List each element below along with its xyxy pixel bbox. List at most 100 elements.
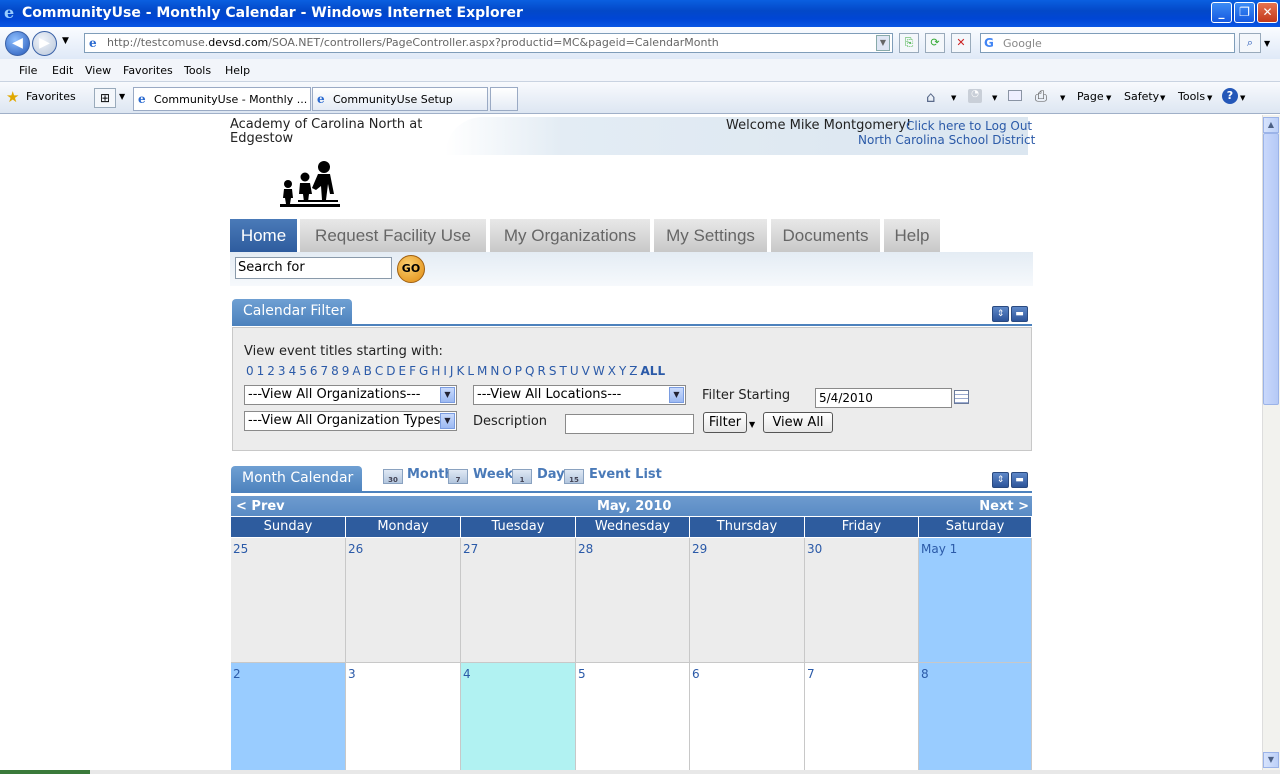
letter-filter-link[interactable]: A (352, 364, 360, 378)
mail-icon[interactable] (1008, 90, 1022, 101)
letter-filter-link[interactable]: G (419, 364, 428, 378)
letter-filter-link[interactable]: D (386, 364, 395, 378)
letter-filter-link[interactable]: F (409, 364, 416, 378)
scroll-up-icon[interactable]: ▲ (1263, 117, 1279, 133)
day-number-link[interactable]: 2 (233, 667, 241, 681)
back-button[interactable]: ◀ (5, 31, 30, 56)
calendar-day-cell[interactable]: 8 (919, 663, 1032, 774)
letter-filter-link[interactable]: L (467, 364, 474, 378)
letter-filter-link[interactable]: W (593, 364, 605, 378)
tab-my-settings[interactable]: My Settings (654, 219, 769, 252)
tab-my-organizations[interactable]: My Organizations (490, 219, 652, 252)
print-icon[interactable]: ⎙ (1035, 87, 1047, 105)
search-go-icon[interactable]: ⌕ (1239, 33, 1261, 53)
calendar-day-cell[interactable]: 4 (461, 663, 576, 774)
minimize-panel-icon[interactable]: ▬ (1011, 306, 1028, 322)
day-number-link[interactable]: 29 (692, 542, 707, 556)
letter-filter-link[interactable]: B (364, 364, 372, 378)
calendar-day-cell[interactable]: 2 (231, 663, 346, 774)
day-number-link[interactable]: 3 (348, 667, 356, 681)
recent-pages-dropdown[interactable]: ▼ (62, 36, 69, 46)
day-number-link[interactable]: 27 (463, 542, 478, 556)
letter-filter-link[interactable]: J (450, 364, 454, 378)
menu-edit[interactable]: Edit (52, 64, 73, 77)
filter-starting-date-input[interactable]: 5/4/2010 (815, 388, 952, 408)
quick-tabs-icon[interactable]: ⊞ (94, 88, 116, 108)
calendar-day-cell[interactable]: 6 (690, 663, 805, 774)
day-number-link[interactable]: 26 (348, 542, 363, 556)
letter-filter-link[interactable]: 5 (299, 364, 307, 378)
letter-filter-link[interactable]: U (570, 364, 579, 378)
filter-options-icon[interactable]: ▼ (749, 420, 755, 429)
letter-filter-link[interactable]: 6 (310, 364, 318, 378)
calendar-day-cell[interactable]: 3 (346, 663, 461, 774)
search-box[interactable]: G Google (980, 33, 1235, 53)
address-bar[interactable]: e http://testcomuse.devsd.com/SOA.NET/co… (84, 33, 893, 53)
tools-menu[interactable]: Tools (1178, 90, 1205, 103)
help-dropdown[interactable]: ▼ (1240, 94, 1245, 102)
calendar-picker-icon[interactable] (954, 390, 969, 404)
expand-collapse-icon[interactable]: ⇕ (992, 306, 1009, 322)
minimize-panel-icon[interactable]: ▬ (1011, 472, 1028, 488)
day-number-link[interactable]: May 1 (921, 542, 957, 556)
tab-list-dropdown[interactable]: ▼ (119, 92, 125, 101)
tab-documents[interactable]: Documents (771, 219, 882, 252)
logout-link[interactable]: Click here to Log Out (906, 119, 1032, 133)
letter-filter-link[interactable]: 0 (246, 364, 254, 378)
letter-filter-link[interactable]: M (477, 364, 487, 378)
letter-filter-link[interactable]: T (559, 364, 566, 378)
calendar-day-cell[interactable]: 28 (576, 538, 690, 663)
letter-filter-link[interactable]: 3 (278, 364, 286, 378)
letter-filter-link[interactable]: P (515, 364, 522, 378)
safety-dropdown[interactable]: ▼ (1160, 94, 1165, 102)
close-button[interactable]: ✕ (1257, 2, 1278, 23)
calendar-day-cell[interactable]: May 1 (919, 538, 1032, 663)
scroll-down-icon[interactable]: ▼ (1263, 752, 1279, 768)
letter-filter-all-link[interactable]: ALL (641, 364, 666, 378)
day-number-link[interactable]: 25 (233, 542, 248, 556)
letter-filter-link[interactable]: H (431, 364, 440, 378)
letter-filter-link[interactable]: X (608, 364, 616, 378)
letter-filter-link[interactable]: Z (629, 364, 637, 378)
letter-filter-link[interactable]: 2 (267, 364, 275, 378)
week-view-link[interactable]: Week (473, 467, 513, 482)
day-number-link[interactable]: 4 (463, 667, 471, 681)
forward-button[interactable]: ▶ (32, 31, 57, 56)
letter-filter-link[interactable]: Q (525, 364, 534, 378)
district-link[interactable]: North Carolina School District (858, 133, 1035, 147)
tab-help[interactable]: Help (884, 219, 942, 252)
scrollbar-thumb[interactable] (1263, 133, 1279, 405)
letter-filter-link[interactable]: 4 (289, 364, 297, 378)
day-view-link[interactable]: Day (537, 467, 565, 482)
organizations-select[interactable]: ---View All Organizations--- ▼ (244, 385, 457, 405)
day-number-link[interactable]: 28 (578, 542, 593, 556)
letter-filter-link[interactable]: E (399, 364, 407, 378)
month-view-link[interactable]: Month (407, 467, 454, 482)
calendar-day-cell[interactable]: 26 (346, 538, 461, 663)
tab-setup[interactable]: e CommunityUse Setup (312, 87, 488, 111)
letter-filter-link[interactable]: V (582, 364, 590, 378)
calendar-day-cell[interactable]: 25 (231, 538, 346, 663)
tab-request-facility-use[interactable]: Request Facility Use (300, 219, 488, 252)
next-month-link[interactable]: Next > (979, 499, 1029, 514)
home-dropdown[interactable]: ▼ (951, 94, 956, 102)
locations-select[interactable]: ---View All Locations--- ▼ (473, 385, 686, 405)
address-dropdown-icon[interactable]: ▼ (876, 35, 890, 51)
organization-types-select[interactable]: ---View All Organization Types--- ▼ (244, 411, 457, 431)
tools-dropdown[interactable]: ▼ (1207, 94, 1212, 102)
filter-button[interactable]: Filter (703, 412, 747, 433)
letter-filter-link[interactable]: O (502, 364, 511, 378)
letter-filter-link[interactable]: 8 (331, 364, 339, 378)
print-dropdown[interactable]: ▼ (1060, 94, 1065, 102)
letter-filter-link[interactable]: 7 (320, 364, 328, 378)
menu-file[interactable]: File (19, 64, 37, 77)
calendar-day-cell[interactable]: 27 (461, 538, 576, 663)
letter-filter-link[interactable]: 1 (257, 364, 265, 378)
calendar-day-cell[interactable]: 7 (805, 663, 919, 774)
letter-filter-link[interactable]: R (538, 364, 546, 378)
day-number-link[interactable]: 6 (692, 667, 700, 681)
page-dropdown[interactable]: ▼ (1106, 94, 1111, 102)
restore-button[interactable]: ❐ (1234, 2, 1255, 23)
letter-filter-link[interactable]: C (375, 364, 383, 378)
safety-menu[interactable]: Safety (1124, 90, 1159, 103)
